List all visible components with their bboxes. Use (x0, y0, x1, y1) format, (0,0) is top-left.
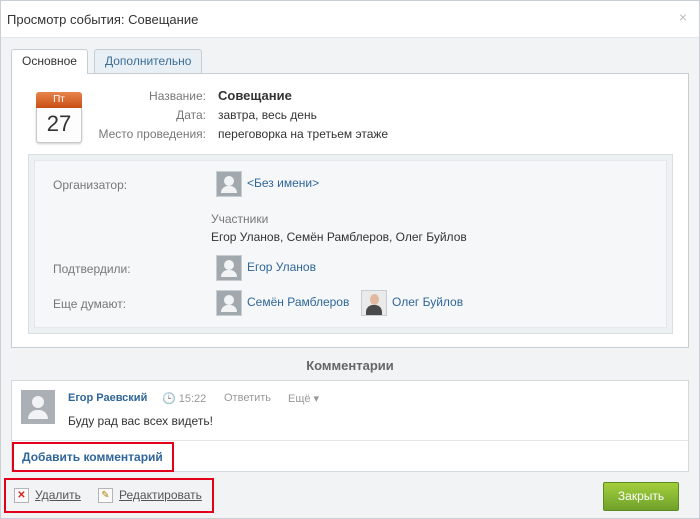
actions-highlight: ✕ Удалить ✎ Редактировать (4, 478, 214, 513)
edit-link[interactable]: Редактировать (119, 488, 202, 502)
event-view-dialog: Просмотр события: Совещание × Основное Д… (0, 0, 700, 519)
date-label: Дата: (176, 108, 206, 122)
divider (12, 440, 688, 441)
person-link[interactable]: Семён Рамблеров (247, 295, 349, 309)
person-link[interactable]: Олег Буйлов (392, 295, 463, 309)
event-date: завтра, весь день (218, 108, 317, 122)
people-box: Организатор: <Без имени> Участники Егор … (28, 154, 673, 334)
comments-title: Комментарии (306, 358, 394, 373)
comments-panel: Егор Раевский 🕒 15:22 Ответить Ещё ▾ Буд… (11, 380, 689, 472)
person-link[interactable]: Егор Уланов (247, 260, 316, 274)
dialog-title: Просмотр события: Совещание (7, 12, 199, 27)
titlebar: Просмотр события: Совещание × (1, 1, 699, 38)
participants-list: Егор Уланов, Семён Рамблеров, Олег Буйло… (211, 230, 467, 244)
comment-avatar-icon (21, 390, 55, 424)
event-place: переговорка на третьем этаже (218, 127, 389, 141)
participants-label: Участники (211, 212, 269, 226)
place-label: Место проведения: (98, 127, 206, 141)
avatar-icon (216, 171, 242, 197)
comment-text: Буду рад вас всех видеть! (68, 414, 213, 428)
more-menu[interactable]: Ещё ▾ (288, 392, 319, 405)
delete-link[interactable]: Удалить (35, 488, 81, 502)
comment-author[interactable]: Егор Раевский (68, 392, 147, 404)
organizer-link[interactable]: <Без имени> (247, 176, 319, 190)
delete-icon[interactable]: ✕ (14, 488, 29, 503)
avatar-photo (361, 290, 387, 316)
close-icon[interactable]: × (679, 9, 687, 25)
organizer-label: Организатор: (53, 178, 128, 192)
reply-link[interactable]: Ответить (224, 392, 271, 404)
tab-additional[interactable]: Дополнительно (94, 49, 203, 73)
calendar-icon: Пт 27 (36, 92, 82, 143)
comment-time: 🕒 15:22 (162, 393, 207, 405)
thinking-label: Еще думают: (53, 297, 127, 311)
tab-main[interactable]: Основное (11, 49, 88, 74)
people-box-inner: Организатор: <Без имени> Участники Егор … (34, 160, 667, 328)
calendar-day: 27 (36, 108, 82, 143)
name-label: Название: (149, 89, 206, 103)
add-comment-link[interactable]: Добавить комментарий (22, 450, 163, 464)
calendar-weekday: Пт (36, 92, 82, 108)
add-comment-highlight: Добавить комментарий (12, 442, 174, 472)
confirmed-label: Подтвердили: (53, 262, 131, 276)
avatar-icon (216, 255, 242, 281)
event-panel: Пт 27 Название: Совещание Дата: завтра, … (11, 73, 689, 348)
event-name: Совещание (218, 88, 292, 103)
close-button[interactable]: Закрыть (603, 482, 679, 511)
edit-icon[interactable]: ✎ (98, 488, 113, 503)
avatar-icon (216, 290, 242, 316)
